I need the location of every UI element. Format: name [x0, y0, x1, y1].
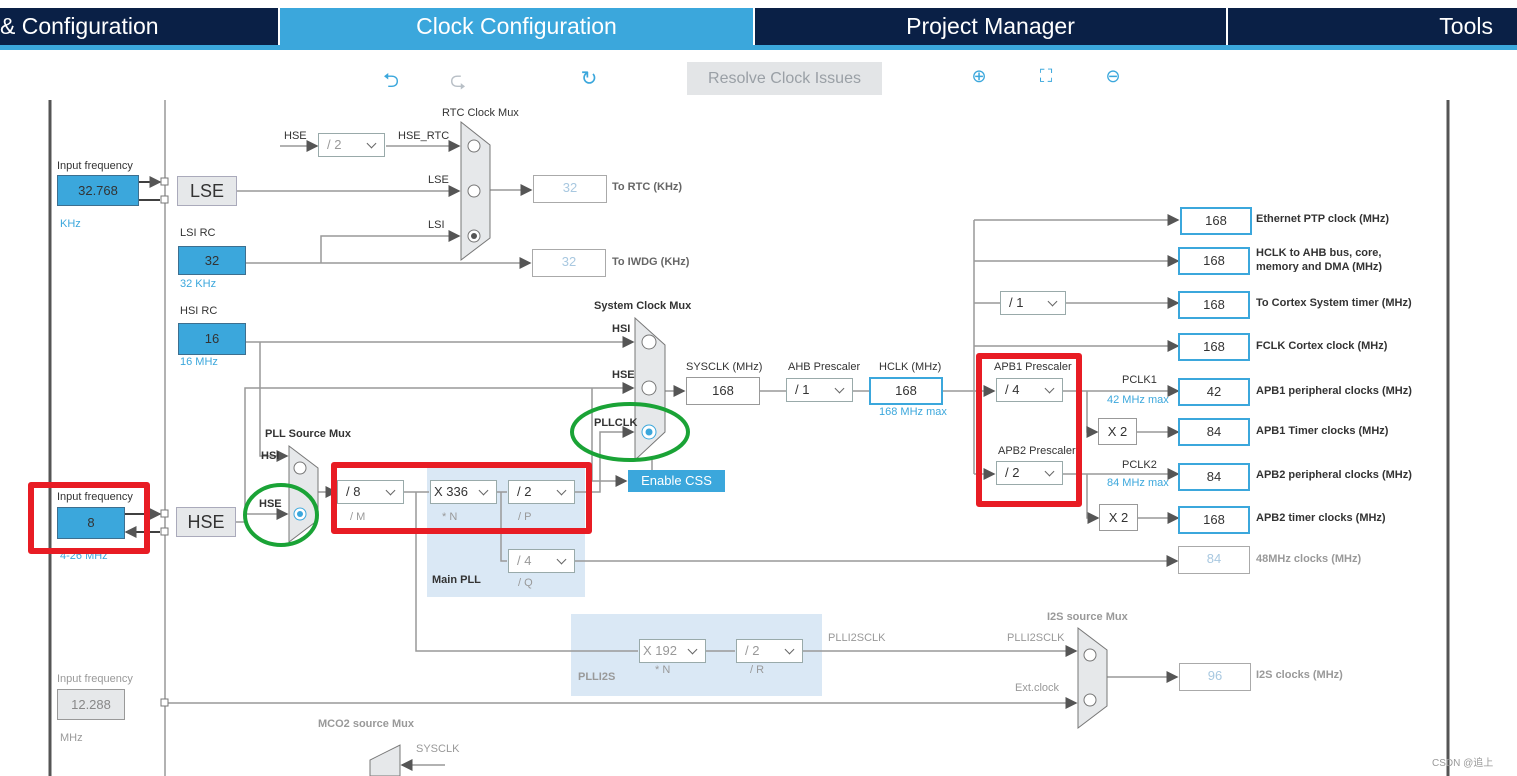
48mhz-label: 48MHz clocks (MHz): [1256, 553, 1362, 565]
hclk-ahb-output[interactable]: 168: [1178, 247, 1250, 275]
hsi-value: 16: [178, 323, 246, 355]
cortex-timer-output[interactable]: 168: [1178, 291, 1250, 319]
lse-input-label: Input frequency: [57, 160, 133, 172]
hse-rtc-divider-dropdown[interactable]: / 2: [318, 133, 385, 157]
ethernet-ptp-output[interactable]: 168: [1180, 207, 1252, 235]
apb1-timer-output[interactable]: 84: [1178, 418, 1250, 446]
rtc-output-label: To RTC (KHz): [612, 181, 683, 193]
ahb-prescaler-label: AHB Prescaler: [788, 361, 861, 373]
i2s-mux-label: I2S source Mux: [1047, 611, 1128, 623]
ext-unit: MHz: [60, 732, 83, 744]
pllmux-hse-radio[interactable]: HSE: [259, 498, 282, 510]
plli2sclk-label: PLLI2SCLK: [828, 632, 886, 644]
cortex-timer-label: To Cortex System timer (MHz): [1256, 297, 1412, 309]
hsi-label: HSI RC: [180, 305, 218, 317]
hclk-input[interactable]: 168: [869, 377, 943, 405]
hclk-max: 168 MHz max: [879, 406, 947, 418]
fclk-output[interactable]: 168: [1178, 333, 1250, 361]
red-annotation-pll: [331, 462, 592, 534]
pllmux-hsi-label[interactable]: HSI: [261, 450, 279, 462]
i2s-ext-label: Ext.clock: [1015, 682, 1060, 694]
lsi-unit: 32 KHz: [180, 278, 217, 290]
watermark: CSDN @追上: [1432, 758, 1494, 769]
pclk2-max: 84 MHz max: [1107, 477, 1169, 489]
plli2s-n-dropdown[interactable]: X 192: [639, 639, 706, 663]
apb1-timer-label: APB1 Timer clocks (MHz): [1256, 425, 1389, 437]
apb2-peripheral-output[interactable]: 84: [1178, 463, 1250, 491]
enable-css-button[interactable]: Enable CSS: [628, 470, 725, 492]
mco2-sysclk-label: SYSCLK: [416, 743, 460, 755]
ahb-prescaler-dropdown[interactable]: / 1: [786, 378, 853, 402]
apb1-peripheral-label: APB1 peripheral clocks (MHz): [1256, 385, 1412, 397]
sysmux-hse-label: HSE: [612, 369, 635, 381]
apb1-peripheral-output[interactable]: 42: [1178, 378, 1250, 406]
red-annotation-hse-input: [28, 482, 150, 554]
lse-unit: KHz: [60, 218, 81, 230]
iwdg-output-label: To IWDG (KHz): [612, 256, 690, 268]
hse-rtc-label: HSE_RTC: [398, 130, 450, 142]
48mhz-output: 84: [1178, 546, 1250, 574]
rtc-lse-label: LSE: [428, 174, 449, 186]
lsi-value: 32: [178, 246, 246, 275]
ext-frequency-input[interactable]: 12.288: [57, 689, 125, 720]
rtc-mux-label: RTC Clock Mux: [442, 107, 519, 119]
pclk1-max: 42 MHz max: [1107, 394, 1169, 406]
i2s-source-mux: [1077, 626, 1108, 730]
rtc-hse-label: HSE: [284, 130, 307, 142]
hse-block[interactable]: HSE: [176, 507, 236, 537]
plli2s-n-label: * N: [655, 664, 671, 676]
apb1-timer-multiplier: X 2: [1098, 418, 1137, 445]
mco2-mux-label: MCO2 source Mux: [318, 718, 414, 730]
rtc-output: 32: [533, 175, 607, 203]
mco2-source-mux: [369, 744, 401, 776]
sysclk-value: 168: [686, 377, 760, 405]
apb2-timer-output[interactable]: 168: [1178, 506, 1250, 534]
rtc-lsi-label: LSI: [428, 219, 445, 231]
main-pll-label: Main PLL: [432, 574, 481, 586]
plli2s-label: PLLI2S: [578, 671, 616, 683]
apb2-timer-label: APB2 timer clocks (MHz): [1256, 512, 1386, 524]
ext-input-label: Input frequency: [57, 673, 133, 685]
iwdg-output: 32: [532, 249, 606, 277]
i2s-plli2sclk-label: PLLI2SCLK: [1007, 632, 1065, 644]
plli2s-r-dropdown[interactable]: / 2: [736, 639, 803, 663]
lse-frequency-input[interactable]: 32.768: [57, 175, 139, 206]
cortex-timer-divider-dropdown[interactable]: / 1: [1000, 291, 1066, 315]
sysmux-hsi-label: HSI: [612, 323, 631, 335]
pclk2-label: PCLK2: [1122, 459, 1157, 471]
pclk1-label: PCLK1: [1122, 374, 1157, 386]
fclk-label: FCLK Cortex clock (MHz): [1256, 340, 1388, 352]
hsi-unit: 16 MHz: [180, 356, 218, 368]
i2s-output: 96: [1179, 663, 1251, 691]
pll-q-dropdown[interactable]: / 4: [508, 549, 575, 573]
lsi-label: LSI RC: [180, 227, 216, 239]
system-clock-mux-label: System Clock Mux: [594, 300, 692, 312]
pll-q-label: / Q: [518, 577, 533, 589]
apb2-peripheral-label: APB2 peripheral clocks (MHz): [1256, 469, 1412, 481]
hclk-ahb-label: HCLK to AHB bus, core, memory and DMA (M…: [1256, 247, 1383, 272]
sysmux-pllclk-radio[interactable]: PLLCLK: [594, 417, 637, 429]
lse-block[interactable]: LSE: [177, 176, 237, 206]
ethernet-ptp-label: Ethernet PTP clock (MHz): [1256, 213, 1390, 225]
sysclk-label: SYSCLK (MHz): [686, 361, 763, 373]
apb2-timer-multiplier: X 2: [1099, 504, 1138, 531]
red-annotation-apb: [976, 353, 1082, 507]
pll-source-mux-label: PLL Source Mux: [265, 428, 351, 440]
hclk-label: HCLK (MHz): [879, 361, 942, 373]
i2s-output-label: I2S clocks (MHz): [1256, 669, 1343, 681]
plli2s-r-label: / R: [750, 664, 765, 676]
